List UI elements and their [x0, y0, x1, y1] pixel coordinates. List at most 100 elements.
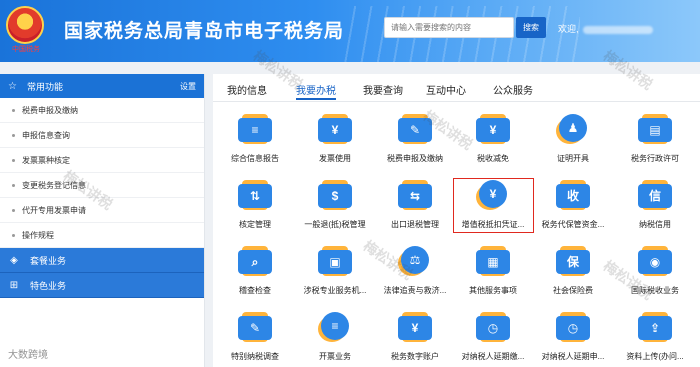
service-tile[interactable]: ⇅ 核定管理 [215, 178, 295, 230]
service-tile[interactable]: ▤ 税务行政许可 [615, 112, 695, 164]
sidebar-group-packages[interactable]: ◈ 套餐业务 [0, 248, 204, 273]
sidebar-item-tax-declaration[interactable]: 税费申报及缴纳 [0, 98, 204, 123]
service-tile[interactable]: 收税务代保管资金... [533, 178, 613, 230]
sidebar: ☆ 常用功能 设置 税费申报及缴纳 申报信息查询 发票票种核定 变更税务登记信息… [0, 74, 205, 367]
welcome-label: 欢迎, [558, 24, 579, 34]
settings-link[interactable]: 设置 [180, 81, 196, 92]
corner-watermark: 大数跨境 [8, 350, 48, 361]
service-label: 其他服务事项 [469, 286, 517, 295]
icon-glyph: ⇪ [638, 316, 672, 340]
globe-icon: ◉ [636, 244, 674, 280]
icon-glyph: ≡ [238, 118, 272, 142]
service-label: 稽查检查 [239, 286, 271, 295]
sidebar-group-features[interactable]: ⊞ 特色业务 [0, 273, 204, 298]
icon-glyph: ¥ [398, 316, 432, 340]
service-tile[interactable]: ✎ 特别纳税调查 [215, 310, 295, 362]
reduction-icon: ¥ [474, 112, 512, 148]
sidebar-item-invoice-type[interactable]: 发票票种核定 [0, 148, 204, 173]
search-input[interactable] [384, 17, 514, 38]
service-tile[interactable]: 信纳税信用 [615, 178, 695, 230]
tab-public-services[interactable]: 公众服务 [493, 82, 533, 97]
service-label: 税费申报及缴纳 [387, 154, 443, 163]
icon-glyph: ◉ [638, 250, 672, 274]
emblem-caption: 中国税务 [12, 45, 40, 53]
service-label: 国际税收业务 [631, 286, 679, 295]
icon-glyph: ◷ [556, 316, 590, 340]
social-insurance-icon: 保 [554, 244, 592, 280]
issue-invoice-icon: ≡ [316, 310, 354, 346]
service-label: 核定管理 [239, 220, 271, 229]
service-label: 税收减免 [477, 154, 509, 163]
certificate-icon: ♟ [554, 112, 592, 148]
agency-icon: ▣ [316, 244, 354, 280]
service-label: 纳税信用 [639, 220, 671, 229]
icon-glyph: 收 [556, 184, 590, 208]
icon-glyph: 保 [556, 250, 590, 274]
other-services-icon: ▦ [474, 244, 512, 280]
service-tile[interactable]: ⇆ 出口退税管理 [375, 178, 455, 230]
sidebar-item-change-registration[interactable]: 变更税务登记信息 [0, 173, 204, 198]
service-tile[interactable]: $ 一般退(抵)税管理 [295, 178, 375, 230]
service-label: 一般退(抵)税管理 [304, 220, 366, 229]
sidebar-item-procedures[interactable]: 操作规程 [0, 223, 204, 248]
inspection-icon: ⌕ [236, 244, 274, 280]
service-tile[interactable]: ◷ 对纳税人延期缴... [453, 310, 533, 362]
service-label: 税务数字账户 [391, 352, 439, 361]
common-functions-header[interactable]: ☆ 常用功能 设置 [0, 74, 204, 98]
icon-glyph: ♟ [559, 114, 587, 142]
service-tile[interactable]: ¥ 税务数字账户 [375, 310, 455, 362]
service-label: 对纳税人延期缴... [461, 352, 525, 361]
icon-glyph: ¥ [476, 118, 510, 142]
service-label: 法律追责与救济... [383, 286, 447, 295]
grid-icon: ⊞ [9, 279, 19, 291]
sidebar-item-declaration-query[interactable]: 申报信息查询 [0, 123, 204, 148]
icon-glyph: ▦ [476, 250, 510, 274]
service-label: 涉税专业服务机... [303, 286, 367, 295]
site-title: 国家税务总局青岛市电子税务局 [64, 21, 345, 42]
sidebar-item-special-invoice[interactable]: 代开专用发票申请 [0, 198, 204, 223]
service-tile[interactable]: ♟ 证明开具 [533, 112, 613, 164]
icon-glyph: ◷ [476, 316, 510, 340]
service-tile[interactable]: ⇪ 资料上传(办问... [615, 310, 695, 362]
icon-glyph: ⚖ [401, 246, 429, 274]
layers-icon: ◈ [10, 254, 18, 266]
defer-declare-icon: ◷ [554, 310, 592, 346]
special-survey-icon: ✎ [236, 310, 274, 346]
icon-glyph: ⇅ [238, 184, 272, 208]
refund-icon: $ [316, 178, 354, 214]
service-tile[interactable]: ▣ 涉税专业服务机... [295, 244, 375, 296]
tax-emblem-logo [6, 6, 44, 44]
service-tile[interactable]: ⚖ 法律追责与救济... [375, 244, 455, 296]
search-button[interactable]: 搜索 [516, 17, 546, 38]
tab-interaction[interactable]: 互动中心 [426, 82, 466, 97]
tab-handle-tax[interactable]: 我要办税 [296, 82, 336, 100]
service-tile[interactable]: ≡ 开票业务 [295, 310, 375, 362]
service-label: 证明开具 [557, 154, 589, 163]
service-tile[interactable]: ⌕ 稽查检查 [215, 244, 295, 296]
tab-query[interactable]: 我要查询 [363, 82, 403, 97]
invoice-icon: ¥ [316, 112, 354, 148]
service-label: 综合信息报告 [231, 154, 279, 163]
service-tile[interactable]: ¥ 发票使用 [295, 112, 375, 164]
service-tile[interactable]: ≡ 综合信息报告 [215, 112, 295, 164]
service-tile[interactable]: ¥ 税收减免 [453, 112, 533, 164]
highlight-box [453, 178, 534, 233]
service-tile[interactable]: ▦ 其他服务事项 [453, 244, 533, 296]
site-header: 中国税务 国家税务总局青岛市电子税务局 搜索 欢迎, [0, 0, 700, 62]
service-tile[interactable]: ✎ 税费申报及缴纳 [375, 112, 455, 164]
tab-my-info[interactable]: 我的信息 [227, 82, 267, 97]
icon-glyph: ⇆ [398, 184, 432, 208]
digital-account-icon: ¥ [396, 310, 434, 346]
icon-glyph: ¥ [318, 118, 352, 142]
service-label: 特别纳税调查 [231, 352, 279, 361]
assess-icon: ⇅ [236, 178, 274, 214]
service-label: 出口退税管理 [391, 220, 439, 229]
service-tile[interactable]: ◷ 对纳税人延期申... [533, 310, 613, 362]
service-tile[interactable]: ◉ 国际税收业务 [615, 244, 695, 296]
main-tabs: 我的信息 我要办税 我要查询 互动中心 公众服务 [213, 74, 700, 102]
service-label: 社会保险费 [553, 286, 593, 295]
icon-glyph: $ [318, 184, 352, 208]
custody-icon: 收 [554, 178, 592, 214]
service-tile[interactable]: 保社会保险费 [533, 244, 613, 296]
declare-icon: ✎ [396, 112, 434, 148]
